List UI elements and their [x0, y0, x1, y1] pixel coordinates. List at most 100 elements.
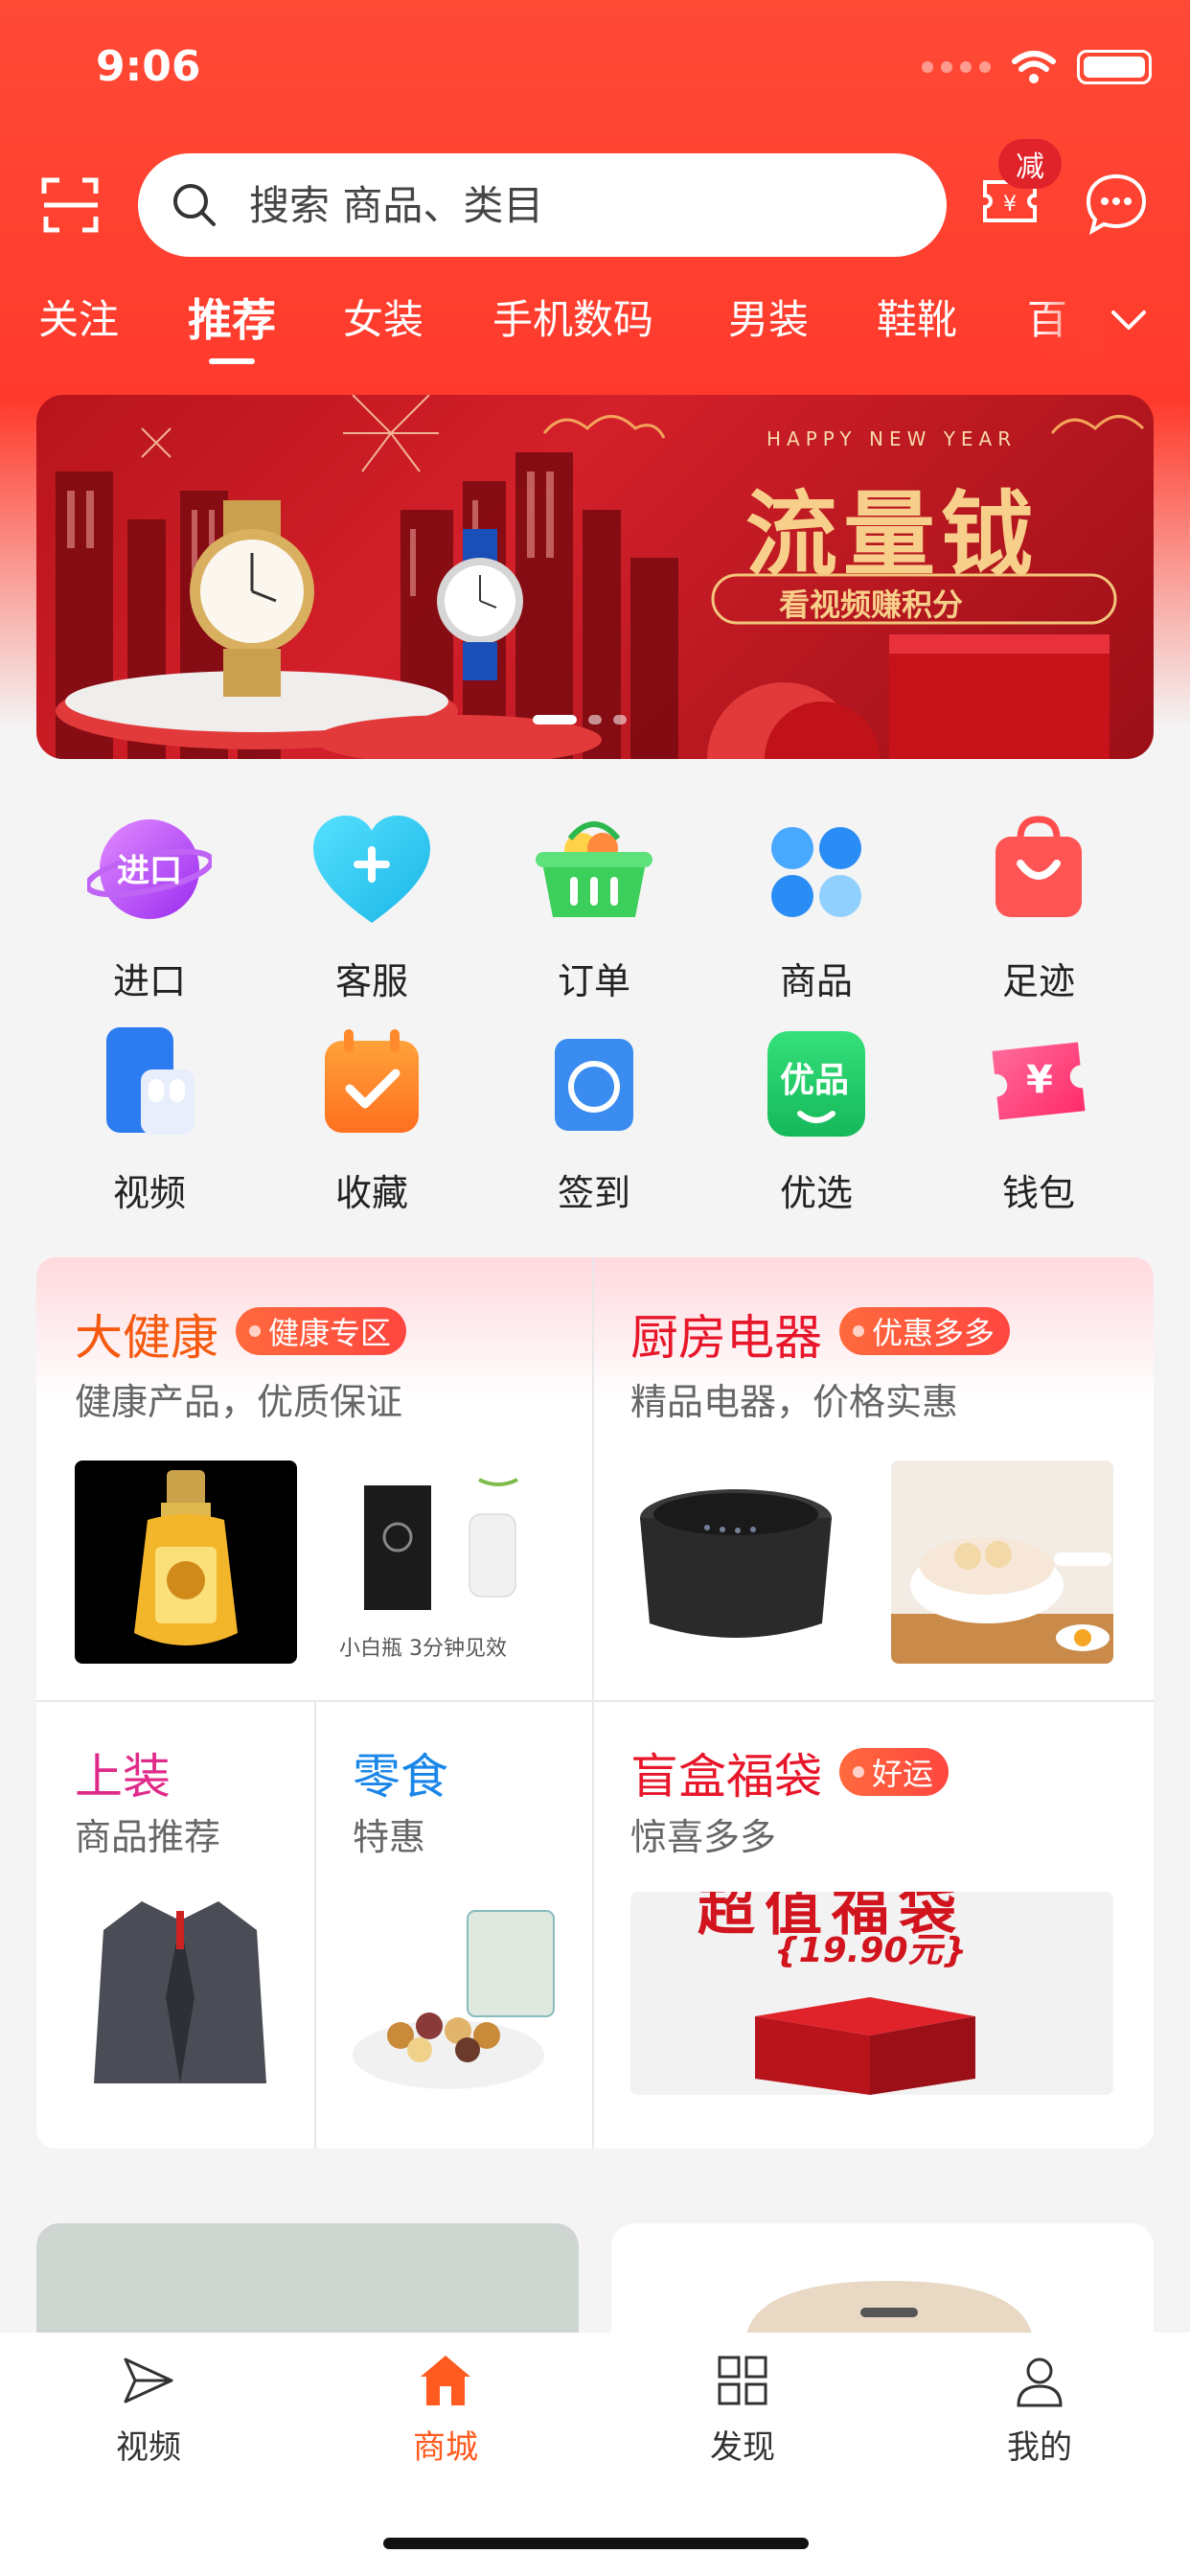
grid-icon	[718, 2356, 767, 2405]
calendar-check-icon	[309, 1022, 434, 1146]
product-image-health-box[interactable]: 小白瓶 3分钟见效	[335, 1460, 558, 1664]
product-image-rice-cooker[interactable]	[630, 1460, 853, 1664]
signal-icon	[922, 61, 991, 73]
quick-favorites[interactable]: 收藏	[286, 1022, 458, 1216]
customer-service-heart-icon	[309, 810, 434, 934]
tab-label: 发现	[710, 2428, 775, 2467]
wifi-icon	[1012, 51, 1056, 83]
tab-discover[interactable]: 发现	[594, 2352, 891, 2468]
promo-blindbox[interactable]: 盲盒福袋 好运 惊喜多多 超值福袋 {19.90元}	[592, 1700, 1154, 2149]
status-time: 9:06	[96, 42, 201, 91]
product-image-coat[interactable]	[75, 1892, 286, 2103]
basket-icon	[532, 810, 656, 934]
quick-video[interactable]: 视频	[63, 1022, 236, 1216]
product-image-health-bottle[interactable]	[75, 1460, 297, 1664]
quick-label: 签到	[557, 1172, 630, 1214]
category-tab[interactable]: 关注	[38, 288, 119, 346]
quick-service[interactable]: 客服	[286, 810, 458, 1004]
promo-tag: 优惠多多	[839, 1307, 1011, 1355]
promo-health[interactable]: 大健康 健康专区 健康产品，优质保证 小白瓶 3分钟见效	[36, 1257, 592, 1700]
scan-icon[interactable]	[40, 174, 102, 236]
message-icon[interactable]	[1083, 171, 1150, 238]
battery-icon	[1077, 50, 1152, 84]
promo-title: 大健康	[75, 1310, 218, 1366]
promo-banner[interactable]: HAPPY NEW YEAR 流量钺 看视频赚积分	[36, 395, 1154, 759]
promo-title: 厨房电器	[630, 1310, 822, 1366]
product-image-egg-cooker[interactable]	[891, 1460, 1113, 1664]
quick-label: 客服	[334, 960, 408, 1002]
quick-footprint[interactable]: 足迹	[952, 810, 1125, 1004]
category-tab[interactable]: 男装	[728, 288, 809, 346]
feed-card-right[interactable]	[611, 2223, 1154, 2338]
chevron-down-icon[interactable]	[1108, 299, 1150, 341]
promo-section: 大健康 健康专区 健康产品，优质保证 小白瓶 3分钟见效 厨房电器 优惠多多 精…	[36, 1257, 1154, 2149]
wallet-icon: ¥	[976, 1022, 1101, 1146]
quick-label: 优选	[779, 1172, 853, 1214]
tab-label: 商城	[413, 2428, 478, 2467]
quick-label: 足迹	[1001, 960, 1075, 1002]
wallet-icon-text: ¥	[1026, 1058, 1053, 1102]
quick-label: 收藏	[334, 1172, 408, 1214]
camera-icon	[532, 1022, 656, 1146]
import-icon: 进口	[87, 810, 212, 934]
youxuan-icon: 优品	[754, 1022, 879, 1146]
tabs-fade	[1035, 280, 1102, 356]
banner-subtitle: 看视频赚积分	[779, 586, 964, 623]
feed-card-left[interactable]	[36, 2223, 579, 2338]
svg-text:¥: ¥	[1003, 193, 1017, 217]
product-image-nuts[interactable]	[343, 1892, 573, 2103]
quick-wallet[interactable]: ¥ 钱包	[952, 1022, 1125, 1216]
quick-label: 商品	[779, 960, 853, 1002]
phone-video-icon	[87, 1022, 212, 1146]
tab-video[interactable]: 视频	[0, 2352, 297, 2468]
search-icon	[173, 184, 216, 226]
promo-tag: 健康专区	[236, 1307, 407, 1355]
tab-label: 我的	[1007, 2428, 1072, 2467]
promo-kitchen[interactable]: 厨房电器 优惠多多 精品电器，价格实惠	[592, 1257, 1154, 1700]
quick-import[interactable]: 进口 进口	[63, 810, 236, 1004]
promo-title: 盲盒福袋	[630, 1749, 822, 1805]
tab-me[interactable]: 我的	[891, 2352, 1188, 2468]
promo-title: 零食	[353, 1749, 448, 1805]
active-tab-indicator	[209, 358, 255, 364]
banner-pagination	[533, 715, 627, 724]
quick-orders[interactable]: 订单	[508, 810, 680, 1004]
import-icon-text: 进口	[117, 851, 182, 890]
promo-snacks[interactable]: 零食 特惠	[314, 1700, 592, 2149]
banner-eyebrow: HAPPY NEW YEAR	[767, 427, 1018, 450]
promo-subtitle: 精品电器，价格实惠	[630, 1381, 959, 1423]
tab-mall[interactable]: 商城	[297, 2352, 594, 2468]
paper-plane-icon	[124, 2358, 173, 2404]
promo-subtitle: 商品推荐	[75, 1816, 221, 1858]
category-tab-active[interactable]: 推荐	[188, 286, 276, 349]
quick-selected[interactable]: 优品 优选	[730, 1022, 903, 1216]
promo-tag: 好运	[839, 1748, 950, 1796]
quick-label: 订单	[557, 960, 630, 1002]
quick-checkin[interactable]: 签到	[508, 1022, 680, 1216]
quick-label: 钱包	[1001, 1172, 1075, 1214]
shopping-bag-icon	[976, 810, 1101, 934]
category-tab[interactable]: 手机数码	[492, 288, 653, 346]
quick-products[interactable]: 商品	[730, 810, 903, 1004]
banner-title: 流量钺	[745, 481, 1039, 588]
promo-subtitle: 健康产品，优质保证	[75, 1381, 403, 1423]
tab-label: 视频	[116, 2428, 181, 2467]
category-tab[interactable]: 鞋靴	[877, 288, 957, 346]
grid-icon	[754, 810, 879, 934]
promo-subtitle: 惊喜多多	[630, 1816, 777, 1858]
quick-label: 进口	[112, 960, 186, 1002]
category-tabs: 关注 推荐 女装 手机数码 男装 鞋靴 百	[0, 288, 1190, 364]
category-tab[interactable]: 女装	[343, 288, 423, 346]
home-icon	[421, 2356, 470, 2405]
home-indicator	[383, 2538, 809, 2549]
promo-tops[interactable]: 上装 商品推荐	[36, 1700, 314, 2149]
product-image-blindbox[interactable]: 超值福袋 {19.90元}	[630, 1892, 1113, 2095]
search-input[interactable]	[247, 180, 870, 230]
status-icons	[922, 50, 1152, 84]
youxuan-icon-text: 优品	[780, 1061, 850, 1100]
search-bar[interactable]	[138, 153, 947, 257]
quick-label: 视频	[112, 1172, 186, 1214]
coupon-badge: 减	[998, 139, 1062, 189]
promo-subtitle: 特惠	[353, 1816, 426, 1858]
user-icon	[1017, 2358, 1063, 2407]
